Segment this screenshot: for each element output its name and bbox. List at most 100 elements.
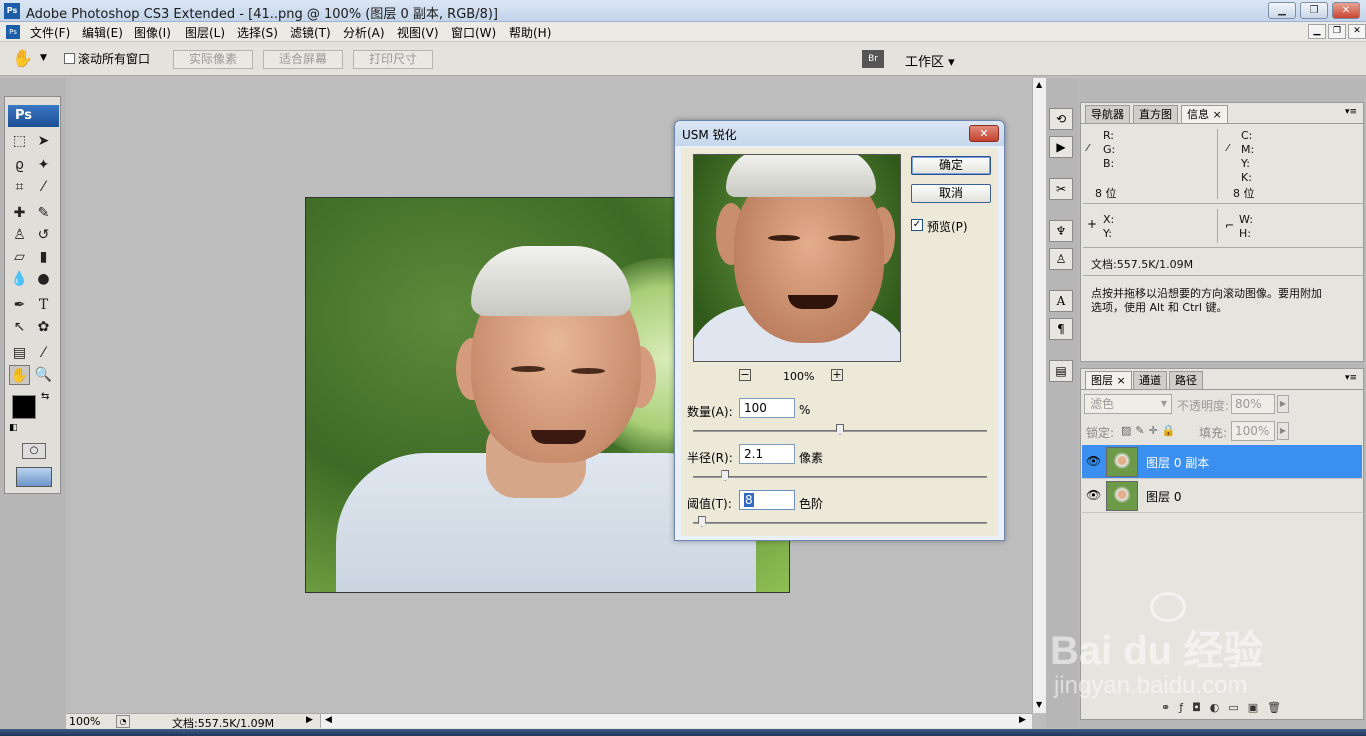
print-size-button[interactable]: 打印尺寸 xyxy=(353,50,433,69)
status-menu-arrow-icon[interactable]: ▶ xyxy=(306,715,313,725)
history-brush-icon[interactable]: ↺ xyxy=(33,225,54,245)
minimize-button[interactable]: ▁ xyxy=(1268,2,1296,19)
brushes-panel-icon[interactable]: ♆ xyxy=(1049,220,1073,242)
filter-preview-image[interactable] xyxy=(693,154,901,362)
preview-checkbox-label[interactable]: 预览(P) xyxy=(927,218,968,235)
actions-panel-icon[interactable]: ▶ xyxy=(1049,136,1073,158)
clone-stamp-icon[interactable]: ♙ xyxy=(9,225,30,245)
marquee-tool-icon[interactable]: ⬚ xyxy=(9,131,30,151)
horizontal-scrollbar[interactable]: ◀ ▶ xyxy=(320,714,1032,728)
menu-edit[interactable]: 编辑(E) xyxy=(82,24,123,41)
chevron-down-icon[interactable]: ▼ xyxy=(40,53,47,63)
amount-input[interactable]: 100 xyxy=(739,398,795,418)
scroll-down-icon[interactable]: ▼ xyxy=(1036,700,1042,709)
eraser-tool-icon[interactable]: ▱ xyxy=(9,247,30,267)
close-button[interactable]: ✕ xyxy=(1332,2,1360,19)
default-colors-icon[interactable]: ◧ xyxy=(9,423,18,433)
menu-select[interactable]: 选择(S) xyxy=(237,24,278,41)
menu-help[interactable]: 帮助(H) xyxy=(509,24,551,41)
tab-info[interactable]: 信息 × xyxy=(1181,105,1228,123)
threshold-slider-track[interactable] xyxy=(693,522,987,524)
menu-layer[interactable]: 图层(L) xyxy=(185,24,225,41)
lock-icons[interactable]: ▨✎✛🔒 xyxy=(1121,424,1180,437)
layer-name[interactable]: 图层 0 xyxy=(1146,488,1181,505)
dialog-close-button[interactable]: ✕ xyxy=(969,125,999,142)
status-info-icon[interactable]: ◔ xyxy=(116,715,130,728)
actual-pixels-button[interactable]: 实际像素 xyxy=(173,50,253,69)
layer-name[interactable]: 图层 0 副本 xyxy=(1146,454,1209,471)
quick-mask-icon[interactable]: ○ xyxy=(22,443,46,459)
dodge-tool-icon[interactable]: ● xyxy=(33,269,54,289)
tab-channels[interactable]: 通道 xyxy=(1133,371,1167,389)
clone-source-icon[interactable]: ♙ xyxy=(1049,248,1073,270)
menu-window[interactable]: 窗口(W) xyxy=(451,24,496,41)
cancel-button[interactable]: 取消 xyxy=(911,184,991,203)
restore-button[interactable]: ❐ xyxy=(1300,2,1328,19)
tab-histogram[interactable]: 直方图 xyxy=(1133,105,1178,123)
zoom-out-button[interactable]: − xyxy=(739,369,751,381)
magic-wand-icon[interactable]: ✦ xyxy=(33,155,54,175)
status-zoom[interactable]: 100% xyxy=(69,715,100,728)
foreground-color-swatch[interactable] xyxy=(12,395,36,419)
layer-row-base[interactable]: 👁 图层 0 xyxy=(1082,479,1362,513)
vertical-scrollbar[interactable]: ▲ ▼ xyxy=(1032,78,1046,713)
character-panel-icon[interactable]: A xyxy=(1049,290,1073,312)
layer-row-copy[interactable]: 👁 图层 0 副本 xyxy=(1082,445,1362,479)
document-icon[interactable]: Ps xyxy=(6,25,20,39)
eye-icon[interactable]: 👁 xyxy=(1086,454,1101,468)
radius-input[interactable]: 2.1 xyxy=(739,444,795,464)
scroll-up-icon[interactable]: ▲ xyxy=(1036,80,1042,89)
scroll-all-checkbox[interactable] xyxy=(64,53,75,64)
opacity-arrow-icon[interactable]: ▶ xyxy=(1277,395,1289,413)
healing-brush-icon[interactable]: ✚ xyxy=(9,203,30,223)
fill-field[interactable]: 100% xyxy=(1231,421,1275,441)
swap-colors-icon[interactable]: ⇆ xyxy=(41,391,49,402)
dialog-titlebar[interactable]: USM 锐化 ✕ xyxy=(675,121,1004,146)
fit-screen-button[interactable]: 适合屏幕 xyxy=(263,50,343,69)
menu-filter[interactable]: 滤镜(T) xyxy=(290,24,331,41)
eye-icon[interactable]: 👁 xyxy=(1086,488,1101,502)
preview-checkbox[interactable]: ✓ xyxy=(911,219,923,231)
doc-minimize-button[interactable]: ▁ xyxy=(1308,24,1326,39)
slice-tool-icon[interactable]: ⁄ xyxy=(33,177,54,197)
fill-arrow-icon[interactable]: ▶ xyxy=(1277,422,1289,440)
history-panel-icon[interactable]: ⟲ xyxy=(1049,108,1073,130)
paragraph-panel-icon[interactable]: ¶ xyxy=(1049,318,1073,340)
amount-slider-knob[interactable] xyxy=(836,424,844,435)
doc-close-button[interactable]: ✕ xyxy=(1348,24,1366,39)
radius-slider-knob[interactable] xyxy=(721,470,730,481)
panel-menu-icon[interactable]: ▾≡ xyxy=(1345,107,1357,117)
brush-tool-icon[interactable]: ✎ xyxy=(33,203,54,223)
radius-slider-track[interactable] xyxy=(693,476,987,478)
menu-view[interactable]: 视图(V) xyxy=(397,24,439,41)
ok-button[interactable]: 确定 xyxy=(911,156,991,175)
zoom-tool-icon[interactable]: 🔍 xyxy=(33,365,54,385)
notes-tool-icon[interactable]: ▤ xyxy=(9,343,30,363)
menu-image[interactable]: 图像(I) xyxy=(134,24,171,41)
bridge-icon[interactable]: Br xyxy=(862,50,884,68)
opacity-field[interactable]: 80% xyxy=(1231,394,1275,414)
hand-tool-icon[interactable]: ✋ xyxy=(9,365,30,385)
tab-navigator[interactable]: 导航器 xyxy=(1085,105,1130,123)
type-tool-icon[interactable]: T xyxy=(33,295,54,315)
workspace-menu[interactable]: 工作区 ▾ xyxy=(905,51,955,70)
scroll-left-icon[interactable]: ◀ xyxy=(325,715,332,725)
tab-paths[interactable]: 路径 xyxy=(1169,371,1203,389)
move-tool-icon[interactable]: ➤ xyxy=(33,131,54,151)
screen-mode-icon[interactable] xyxy=(16,467,52,487)
blend-mode-select[interactable]: 滤色 ▼ xyxy=(1084,394,1172,414)
path-selection-icon[interactable]: ↖ xyxy=(9,317,30,337)
blur-tool-icon[interactable]: 💧 xyxy=(9,269,30,289)
layers-panel-menu-icon[interactable]: ▾≡ xyxy=(1345,373,1357,383)
gradient-tool-icon[interactable]: ▮ xyxy=(33,247,54,267)
threshold-slider-knob[interactable] xyxy=(697,516,706,527)
tab-layers[interactable]: 图层 × xyxy=(1085,371,1132,389)
eyedropper-icon[interactable]: ⁄ xyxy=(33,343,54,363)
lasso-tool-icon[interactable]: ϱ xyxy=(9,155,30,175)
menu-file[interactable]: 文件(F) xyxy=(30,24,70,41)
shape-tool-icon[interactable]: ✿ xyxy=(33,317,54,337)
threshold-input[interactable]: 8 xyxy=(739,490,795,510)
zoom-in-button[interactable]: + xyxy=(831,369,843,381)
menu-analysis[interactable]: 分析(A) xyxy=(343,24,385,41)
scroll-right-icon[interactable]: ▶ xyxy=(1019,715,1026,725)
